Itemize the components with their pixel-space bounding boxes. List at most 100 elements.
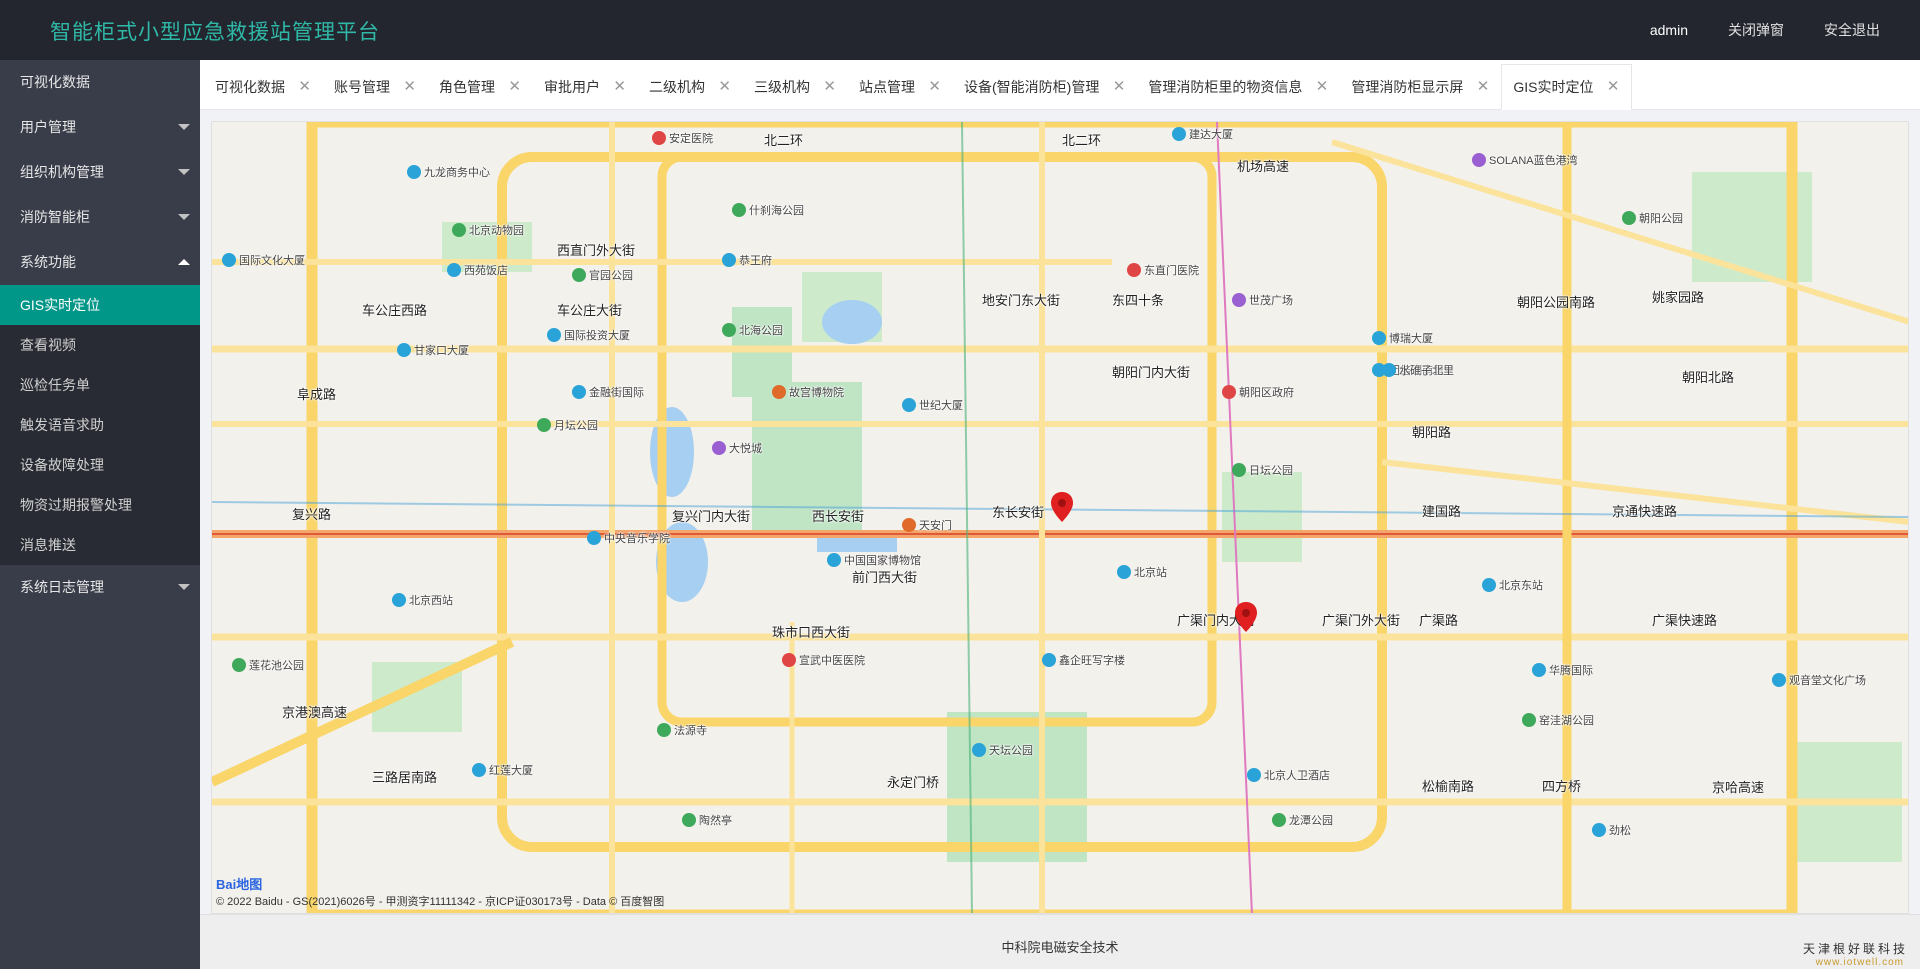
map-poi[interactable]: 甘家口大厦 [397,342,469,358]
close-icon[interactable]: ✕ [1316,65,1329,109]
map-marker-icon[interactable] [1234,602,1258,632]
sidebar-item-expiry-alarm[interactable]: 物资过期报警处理 [0,485,200,525]
tab-site-mgmt[interactable]: 站点管理 ✕ [848,65,953,109]
tab-gis-location[interactable]: GIS实时定位 ✕ [1501,64,1633,110]
sidebar-item-gis[interactable]: GIS实时定位 [0,285,200,325]
map-poi[interactable]: 莲花池公园 [232,657,304,673]
map-poi[interactable]: 西苑饭店 [447,262,508,278]
map-poi[interactable]: 北京东站 [1482,577,1543,593]
close-icon[interactable]: ✕ [508,65,521,109]
tab-visual-data[interactable]: 可视化数据 ✕ [204,65,323,109]
tab-display-mgmt[interactable]: 管理消防柜显示屏 ✕ [1340,65,1501,109]
map-poi[interactable]: 博瑞大厦 [1372,330,1433,346]
sidebar-item-system-log[interactable]: 系统日志管理 [0,565,200,610]
sidebar-item-label: 消防智能柜 [20,209,90,225]
map-poi[interactable]: SOLANA蓝色港湾 [1472,152,1578,168]
map-poi[interactable]: 天坛公园 [972,742,1033,758]
logout-link[interactable]: 安全退出 [1824,20,1880,40]
map-road-label: 东四十条 [1112,293,1165,308]
map-poi[interactable]: 九龙商务中心 [407,164,490,180]
sidebar-item-device-fault[interactable]: 设备故障处理 [0,445,200,485]
map-poi[interactable]: 华腾国际 [1532,662,1593,678]
close-icon[interactable]: ✕ [823,65,836,109]
map-poi[interactable]: 红莲大厦 [472,762,533,778]
close-icon[interactable]: ✕ [403,65,416,109]
building-icon [222,253,236,267]
current-user[interactable]: admin [1650,22,1688,38]
map-poi[interactable]: 月坛公园 [537,417,598,433]
close-popup-link[interactable]: 关闭弹窗 [1728,20,1784,40]
map-poi[interactable]: 北京站 [1117,564,1167,580]
map-poi[interactable]: 北京西站 [392,592,453,608]
map-poi[interactable]: 朝阳公园 [1622,210,1683,226]
map-poi[interactable]: 鑫企旺写字楼 [1042,652,1125,668]
temple-icon [972,743,986,757]
map-poi[interactable]: 水碓子北里 [1382,362,1454,378]
map-road-label: 松榆南路 [1422,779,1475,794]
map-poi[interactable]: 官园公园 [572,267,633,283]
close-icon[interactable]: ✕ [1113,65,1126,109]
sidebar-item-inspection[interactable]: 巡检任务单 [0,365,200,405]
map-poi[interactable]: 北海公园 [722,322,783,338]
map-road-label: 北二环 [1062,133,1102,148]
map-poi[interactable]: 朝阳区政府 [1222,384,1294,400]
map-poi[interactable]: 什刹海公园 [732,202,804,218]
shopping-icon [1472,153,1486,167]
map-poi[interactable]: 大悦城 [712,440,762,456]
sidebar-item-fire-cabinet[interactable]: 消防智能柜 [0,195,200,240]
close-icon[interactable]: ✕ [928,65,941,109]
tab-device-mgmt[interactable]: 设备(智能消防柜)管理 ✕ [953,65,1137,109]
tab-role-mgmt[interactable]: 角色管理 ✕ [428,65,533,109]
close-icon[interactable]: ✕ [298,65,311,109]
map-road-label: 三路居南路 [372,770,438,785]
map-road-label: 四方桥 [1542,779,1582,794]
sidebar-item-org-mgmt[interactable]: 组织机构管理 [0,150,200,195]
close-icon[interactable]: ✕ [1607,65,1620,109]
sidebar-item-user-mgmt[interactable]: 用户管理 [0,105,200,150]
map-poi[interactable]: 陶然亭 [682,812,732,828]
map-poi[interactable]: 故宫博物院 [772,384,844,400]
tab-level3-org[interactable]: 三级机构 ✕ [743,65,848,109]
map-poi[interactable]: 北京人卫酒店 [1247,767,1330,783]
map-poi[interactable]: 劲松 [1592,822,1631,838]
map-poi[interactable]: 法源寺 [657,722,707,738]
map-road-label: 复兴门内大街 [672,509,751,524]
map-poi[interactable]: 建达大厦 [1172,126,1233,142]
map-poi[interactable]: 中国国家博物馆 [827,552,921,568]
sidebar-item-voice-help[interactable]: 触发语音求助 [0,405,200,445]
map-poi[interactable]: 日坛公园 [1232,462,1293,478]
tab-account-mgmt[interactable]: 账号管理 ✕ [323,65,428,109]
poi-name: 朝阳公园 [1639,213,1683,225]
close-icon[interactable]: ✕ [613,65,626,109]
map-poi[interactable]: 中央音乐学院 [587,530,670,546]
sidebar-item-visual-data[interactable]: 可视化数据 [0,60,200,105]
map-poi[interactable]: 龙潭公园 [1272,812,1333,828]
map-poi[interactable]: 安定医院 [652,130,713,146]
map-poi[interactable]: 观音堂文化广场 [1772,672,1866,688]
map-marker-icon[interactable] [1050,492,1074,522]
close-icon[interactable]: ✕ [718,65,731,109]
sidebar-item-video[interactable]: 查看视频 [0,325,200,365]
map-poi[interactable]: 金融街国际 [572,384,644,400]
tab-level2-org[interactable]: 二级机构 ✕ [638,65,743,109]
map-poi[interactable]: 北京动物园 [452,222,524,238]
tab-supplies-info[interactable]: 管理消防柜里的物资信息 ✕ [1137,65,1340,109]
close-icon[interactable]: ✕ [1477,65,1490,109]
sidebar-item-system[interactable]: 系统功能 [0,240,200,285]
map-poi[interactable]: 国际文化大厦 [222,252,305,268]
map-poi[interactable]: 世茂广场 [1232,292,1293,308]
tab-label: 管理消防柜里的物资信息 [1148,79,1303,95]
map-poi[interactable]: 东直门医院 [1127,262,1199,278]
map-poi[interactable]: 恭王府 [722,252,772,268]
map-poi[interactable]: 窑洼湖公园 [1522,712,1594,728]
map-poi[interactable]: 国际投资大厦 [547,327,630,343]
map-poi[interactable]: 天安门 [902,517,952,533]
map-poi[interactable]: 世纪大厦 [902,397,963,413]
footer-brand-url: www.iotwell.com [1815,957,1904,968]
sidebar-item-message-push[interactable]: 消息推送 [0,525,200,565]
gis-map[interactable]: 北二环 北二环 车公庄西路 车公庄大街 地安门东大街 东四十条 阜成路 复兴路 … [211,121,1909,914]
temple-icon [657,723,671,737]
tab-approve-users[interactable]: 审批用户 ✕ [533,65,638,109]
tab-label: 账号管理 [334,79,390,95]
map-poi[interactable]: 宣武中医医院 [782,652,865,668]
